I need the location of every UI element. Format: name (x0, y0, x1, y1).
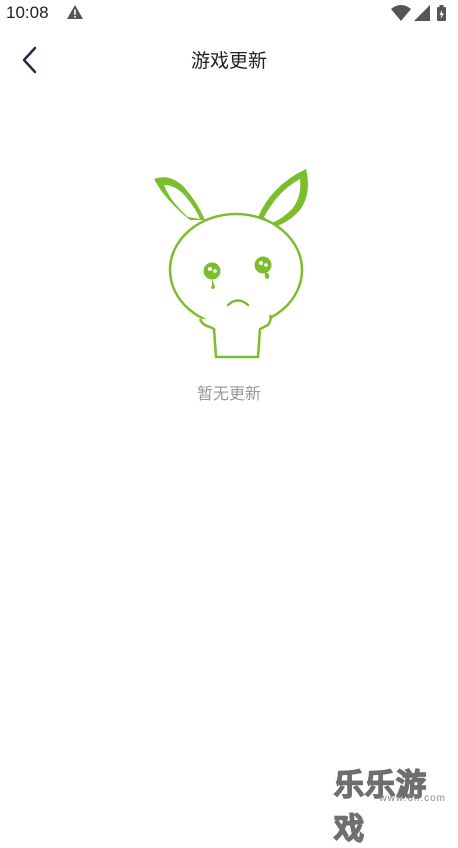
battery-icon (437, 5, 446, 21)
status-bar: 10:08 (0, 0, 458, 26)
wifi-icon (391, 5, 411, 21)
system-icons (391, 5, 446, 21)
top-nav-bar: 游戏更新 (0, 34, 458, 86)
watermark-brand: 乐乐游戏 (333, 767, 427, 847)
empty-state-message: 暂无更新 (196, 384, 261, 403)
watermark-site: www.6ll.com (379, 793, 446, 804)
sad-rabbit-icon (154, 169, 308, 359)
page-title: 游戏更新 (190, 50, 267, 72)
warning-icon (67, 5, 83, 19)
signal-icon (414, 5, 430, 21)
watermark: 乐乐游戏 www.6ll.com (333, 760, 454, 847)
status-time: 10:08 (6, 3, 49, 22)
